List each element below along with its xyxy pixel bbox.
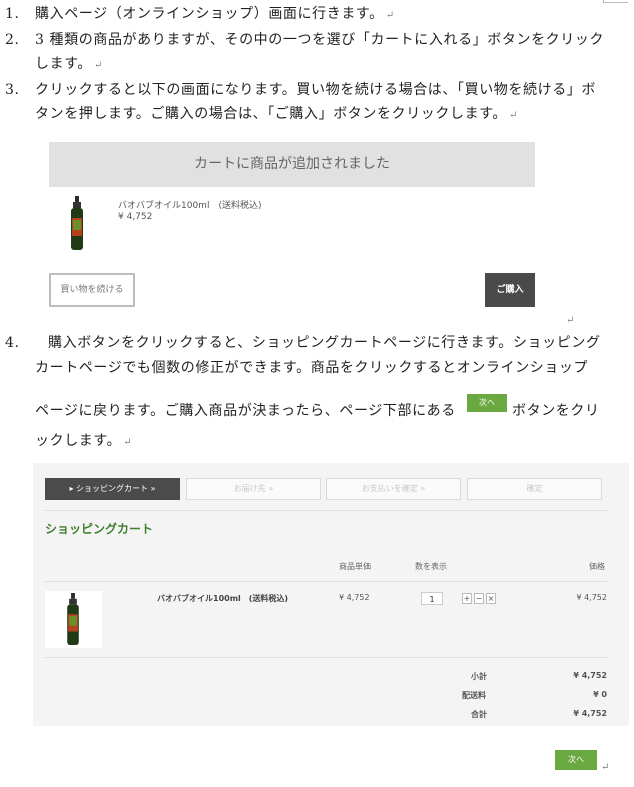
step-4-line-2: カートページでも個数の修正ができます。商品をクリックするとオンラインショップ (35, 360, 589, 376)
qty-minus-button[interactable]: − (474, 593, 484, 604)
step-4-line-3: ページに戻ります。ご購入商品が決まったら、ページ下部にある (35, 403, 456, 419)
subtotal-label: 小計 (471, 672, 487, 681)
divider (45, 657, 607, 658)
step-tab-cart[interactable]: ▸ ショッピングカート » (45, 478, 180, 500)
next-button[interactable]: 次へ (555, 750, 597, 770)
cart-panel (33, 463, 629, 726)
step-1: 1. 購入ページ（オンラインショップ）画面に行きます。 ↵ (5, 6, 395, 22)
total-label: 合計 (471, 710, 487, 719)
cart-item-name[interactable]: バオバブオイル100ml (送料税込) (157, 593, 288, 604)
step-3-line-1: 3. クリックすると以下の画面になります。買い物を続ける場合は、「買い物を続ける」… (5, 82, 596, 98)
modal-product-price: ¥ 4,752 (118, 212, 153, 222)
step-4-line-4: ックします。 ↵ (35, 433, 133, 449)
modal-product-name[interactable]: バオバブオイル100ml (送料税込) (118, 198, 261, 211)
divider (45, 581, 607, 582)
step-tab-payment[interactable]: お支払いを確定 » (326, 478, 461, 500)
col-unit-price: 商品単価 (339, 562, 371, 571)
step-1-text: 購入ページ（オンラインショップ）画面に行きます。 (35, 6, 384, 22)
step-4-line-3b: ボタンをクリ (512, 403, 600, 419)
remove-item-button[interactable]: × (486, 593, 496, 604)
quantity-input[interactable]: 1 (421, 592, 443, 605)
continue-shopping-button[interactable]: 買い物を続ける (49, 273, 135, 307)
page-corner-mark (603, 0, 628, 3)
step-3-line-2: タンを押します。ご購入の場合は、「ご購入」ボタンをクリックします。 ↵ (35, 106, 518, 122)
cart-item-price: ¥ 4,752 (576, 593, 607, 602)
shipping-value: ¥ 0 (593, 690, 607, 699)
col-price: 価格 (589, 562, 605, 571)
cart-item-unit-price: ¥ 4,752 (339, 593, 370, 602)
step-tab-delivery[interactable]: お届け先 » (186, 478, 321, 500)
next-button-inline[interactable]: 次へ (467, 394, 507, 412)
purchase-button[interactable]: ご購入 (485, 273, 535, 307)
cart-item-thumb[interactable] (45, 591, 102, 648)
modal-header: カートに商品が追加されました (49, 142, 535, 187)
subtotal-value: ¥ 4,752 (573, 671, 607, 680)
divider (45, 510, 607, 511)
step-2-line-2: します。 ↵ (35, 56, 103, 72)
step-4-line-1: 4. 購入ボタンをクリックすると、ショッピングカートページに行きます。ショッピング (5, 335, 601, 351)
col-qty: 数を表示 (415, 562, 447, 571)
qty-plus-button[interactable]: + (462, 593, 472, 604)
paragraph-mark: ↵ (566, 315, 575, 326)
total-value: ¥ 4,752 (573, 709, 607, 718)
bottle-image (71, 196, 83, 250)
step-tab-confirm[interactable]: 確定 (467, 478, 602, 500)
paragraph-mark: ↵ (601, 762, 610, 773)
bottle-image (67, 593, 79, 646)
cart-title: ショッピングカート (45, 522, 154, 536)
shipping-label: 配送料 (462, 691, 486, 700)
step-2-line-1: 2. 3 種類の商品がありますが、その中の一つを選び「カートに入れる」ボタンをクリ… (5, 32, 605, 48)
